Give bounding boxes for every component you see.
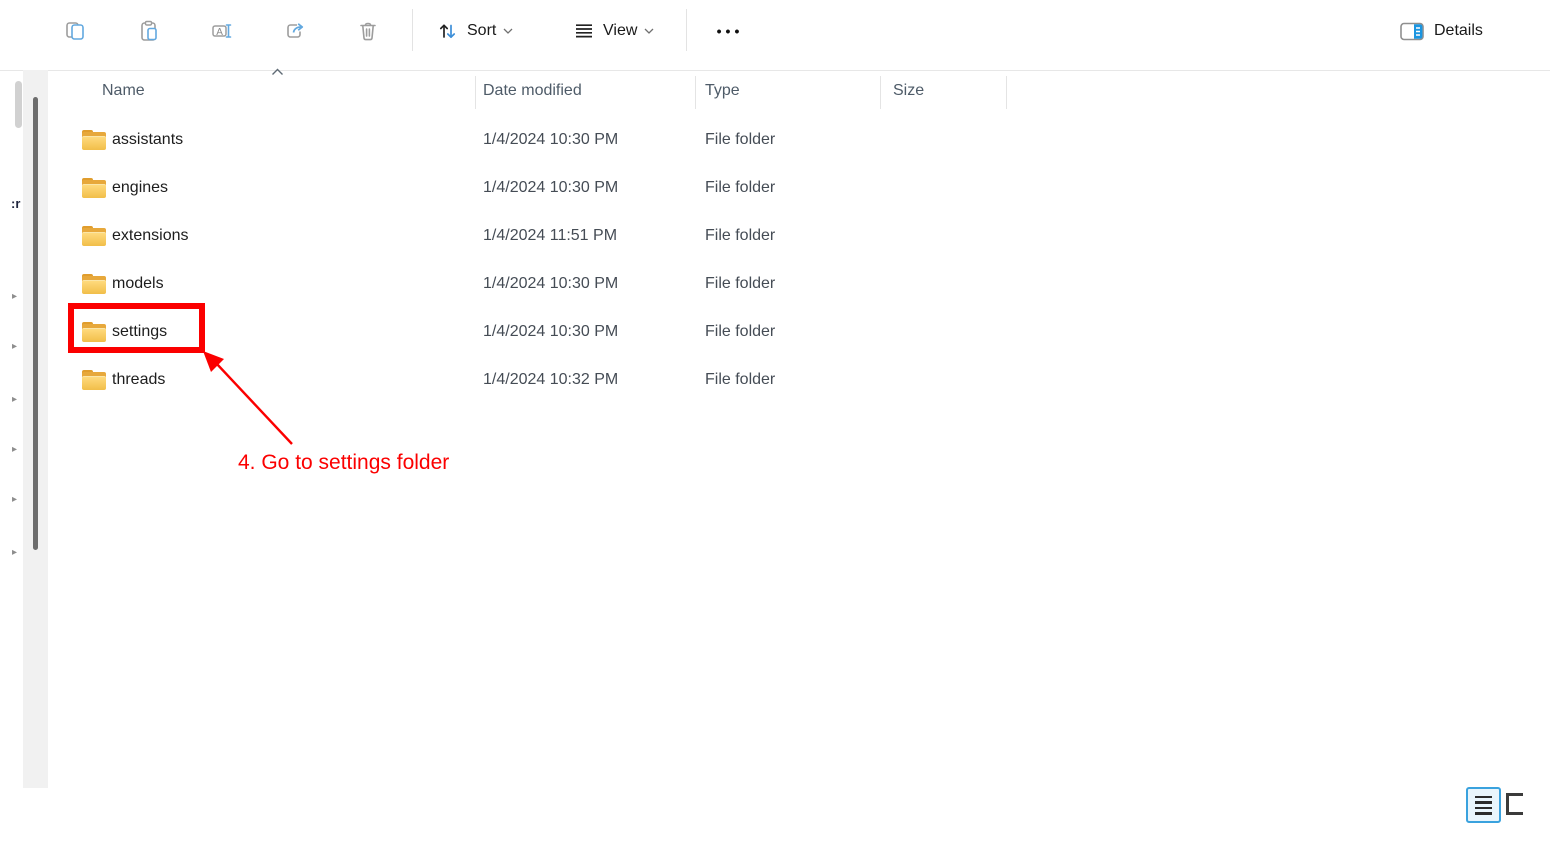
paste-icon (137, 19, 161, 43)
tree-expand-chevron-icon[interactable]: ▸ (12, 395, 24, 405)
paste-button[interactable] (131, 14, 167, 48)
toolbar: A (0, 0, 1550, 71)
file-type: File folder (705, 275, 775, 293)
file-type: File folder (705, 371, 775, 389)
tree-expand-chevron-icon[interactable]: ▸ (12, 445, 24, 455)
view-label: View (603, 22, 637, 40)
folder-icon (82, 130, 106, 150)
file-type: File folder (705, 227, 775, 245)
file-explorer-window: A (0, 0, 1550, 844)
file-date-modified: 1/4/2024 10:30 PM (483, 323, 618, 341)
thumbnails-view-toggle-icon[interactable] (1506, 793, 1523, 815)
column-header-date-modified[interactable]: Date modified (483, 82, 582, 100)
copy-button[interactable] (57, 14, 93, 48)
delete-button[interactable] (350, 14, 386, 48)
folder-icon (82, 178, 106, 198)
column-header-size[interactable]: Size (893, 82, 924, 100)
details-label: Details (1434, 22, 1483, 40)
file-date-modified: 1/4/2024 10:30 PM (483, 179, 618, 197)
file-date-modified: 1/4/2024 10:30 PM (483, 131, 618, 149)
details-view-toggle[interactable] (1466, 787, 1501, 823)
file-type: File folder (705, 131, 775, 149)
view-icon (572, 19, 596, 43)
tree-expand-chevron-icon[interactable]: ▸ (12, 292, 24, 302)
more-icon: ••• (717, 23, 744, 39)
file-name: models (112, 275, 164, 293)
toolbar-divider (686, 9, 687, 51)
column-header-name[interactable]: Name (102, 82, 145, 100)
scrollbar-fragment[interactable] (15, 81, 22, 128)
table-row[interactable]: threads 1/4/2024 10:32 PM File folder (60, 357, 1160, 405)
annotation-label: 4. Go to settings folder (238, 451, 449, 475)
file-name: engines (112, 179, 168, 197)
chevron-down-icon (503, 28, 513, 34)
view-button[interactable]: View (572, 14, 654, 48)
tree-expand-chevron-icon[interactable]: ▸ (12, 495, 24, 505)
file-type: File folder (705, 323, 775, 341)
file-name: assistants (112, 131, 183, 149)
tree-expand-chevron-icon[interactable]: ▸ (12, 342, 24, 352)
file-date-modified: 1/4/2024 10:30 PM (483, 275, 618, 293)
copy-icon (63, 19, 87, 43)
details-pane-icon (1400, 22, 1425, 41)
rename-icon: A (210, 19, 234, 43)
details-pane-toggle[interactable]: Details (1400, 14, 1483, 48)
file-type: File folder (705, 179, 775, 197)
column-divider[interactable] (880, 76, 881, 109)
table-row[interactable]: engines 1/4/2024 10:30 PM File folder (60, 165, 1160, 213)
share-button[interactable] (277, 14, 313, 48)
table-row[interactable]: models 1/4/2024 10:30 PM File folder (60, 261, 1160, 309)
sort-ascending-icon (271, 68, 284, 76)
folder-icon (82, 226, 106, 246)
svg-text:A: A (216, 27, 223, 38)
file-date-modified: 1/4/2024 11:51 PM (483, 227, 617, 245)
folder-icon (82, 370, 106, 390)
more-options-button[interactable]: ••• (712, 14, 748, 48)
trash-icon (356, 19, 380, 43)
table-row-settings[interactable]: settings 1/4/2024 10:30 PM File folder (60, 309, 1160, 357)
sort-label: Sort (467, 22, 496, 40)
navigation-partial-text: :r (11, 196, 20, 211)
navigation-scrollbar-thumb[interactable] (33, 97, 38, 550)
file-date-modified: 1/4/2024 10:32 PM (483, 371, 618, 389)
column-divider[interactable] (1006, 76, 1007, 109)
column-divider[interactable] (475, 76, 476, 109)
file-name: threads (112, 371, 165, 389)
sort-button[interactable]: Sort (436, 14, 513, 48)
chevron-down-icon (644, 28, 654, 34)
sort-icon (436, 19, 460, 43)
column-header-type[interactable]: Type (705, 82, 740, 100)
column-headers: Name Date modified Type Size (60, 72, 1550, 112)
tree-expand-chevron-icon[interactable]: ▸ (12, 548, 24, 558)
toolbar-divider (412, 9, 413, 51)
share-icon (283, 19, 307, 43)
file-name: extensions (112, 227, 189, 245)
column-divider[interactable] (695, 76, 696, 109)
folder-icon (82, 274, 106, 294)
table-row[interactable]: extensions 1/4/2024 11:51 PM File folder (60, 213, 1160, 261)
annotation-highlight-box (68, 303, 205, 353)
rename-button[interactable]: A (204, 14, 240, 48)
table-row[interactable]: assistants 1/4/2024 10:30 PM File folder (60, 117, 1160, 165)
